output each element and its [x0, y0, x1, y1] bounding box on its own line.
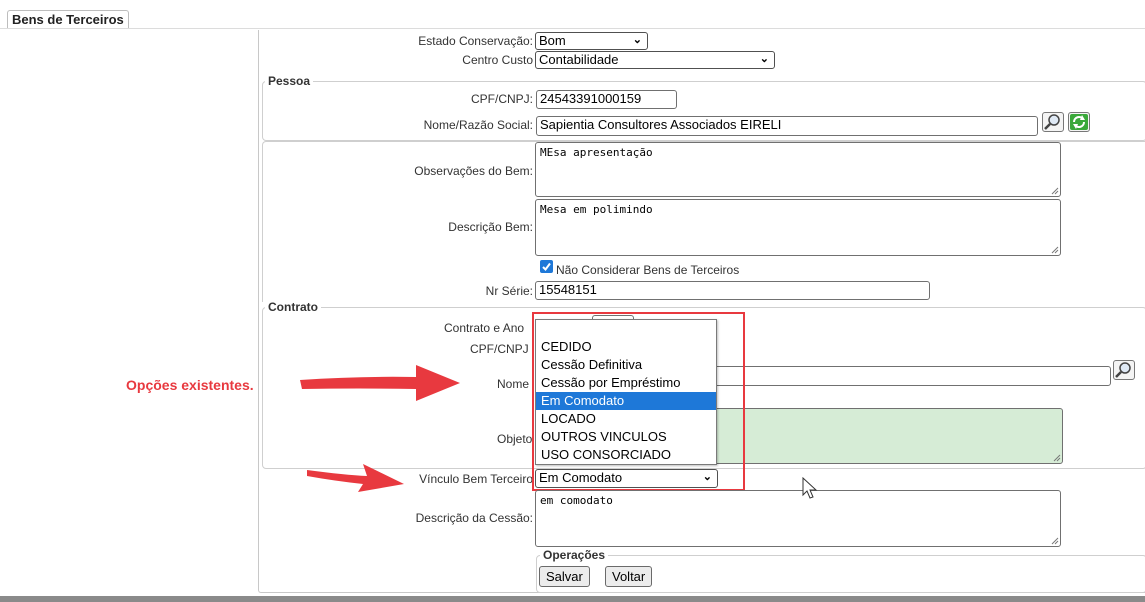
- resize-grip-icon[interactable]: [1051, 187, 1059, 195]
- estado-conservacao-select[interactable]: Bom ⌄: [535, 32, 648, 50]
- pessoa-nome-label: Nome/Razão Social:: [423, 118, 533, 132]
- descricao-bem-value: Mesa em polimindo: [540, 203, 653, 216]
- pessoa-nome-input[interactable]: Sapientia Consultores Associados EIRELI: [536, 116, 1038, 136]
- annotation-text: Opções existentes.: [126, 377, 254, 393]
- nr-serie-label: Nr Série:: [485, 284, 533, 298]
- tab-divider: [0, 28, 1145, 29]
- contrato-nome-input[interactable]: [700, 366, 1111, 386]
- tab-bens-de-terceiros[interactable]: Bens de Terceiros: [7, 10, 129, 29]
- descricao-cessao-textarea[interactable]: em comodato: [535, 490, 1061, 547]
- voltar-button[interactable]: Voltar: [605, 566, 653, 587]
- search-icon[interactable]: [1042, 112, 1064, 132]
- nr-serie-input[interactable]: 15548151: [535, 281, 930, 300]
- search-icon[interactable]: [1113, 360, 1135, 380]
- nao-considerar-checkbox[interactable]: [540, 260, 553, 273]
- contrato-ano-label: Contrato e Ano: [444, 321, 525, 335]
- estado-conservacao-value: Bom: [539, 33, 566, 48]
- contrato-legend: Contrato: [265, 300, 321, 314]
- annotation-highlight-box: [532, 312, 745, 491]
- contrato-objeto-label: Objeto: [497, 432, 533, 446]
- resize-grip-icon[interactable]: [1053, 454, 1061, 462]
- descricao-cessao-label: Descrição da Cessão:: [415, 511, 533, 525]
- resize-grip-icon[interactable]: [1051, 246, 1059, 254]
- contrato-nome-label: Nome: [497, 377, 530, 391]
- observacoes-value: MEsa apresentação: [540, 146, 653, 159]
- observacoes-textarea[interactable]: MEsa apresentação: [535, 142, 1061, 197]
- tab-bar: Bens de Terceiros: [0, 0, 1145, 30]
- observacoes-label: Observações do Bem:: [414, 164, 533, 178]
- pessoa-legend: Pessoa: [265, 74, 314, 88]
- annotation-arrow-icon: [300, 365, 460, 401]
- bottom-scrollbar[interactable]: [0, 596, 1145, 602]
- pessoa-cpf-input[interactable]: 24543391000159: [536, 90, 677, 109]
- operacoes-legend: Operações: [540, 548, 609, 562]
- estado-conservacao-label: Estado Conservação:: [418, 34, 533, 48]
- descricao-bem-label: Descrição Bem:: [448, 220, 533, 234]
- chevron-down-icon: ⌄: [632, 34, 642, 46]
- pessoa-cpf-label: CPF/CNPJ:: [470, 92, 533, 106]
- nao-considerar-label: Não Considerar Bens de Terceiros: [556, 263, 740, 277]
- contrato-objeto-textarea[interactable]: [700, 408, 1063, 464]
- refresh-icon[interactable]: [1068, 112, 1090, 132]
- contrato-cpf-label: CPF/CNPJ: [470, 342, 529, 356]
- chevron-down-icon: ⌄: [759, 53, 769, 65]
- centro-custo-select[interactable]: Contabilidade ⌄: [535, 51, 775, 69]
- annotation-arrow-icon: [307, 464, 404, 492]
- mouse-cursor-icon: [802, 477, 818, 499]
- centro-custo-value: Contabilidade: [539, 52, 619, 67]
- salvar-button[interactable]: Salvar: [539, 566, 590, 587]
- descricao-bem-textarea[interactable]: Mesa em polimindo: [535, 199, 1061, 256]
- resize-grip-icon[interactable]: [1051, 537, 1059, 545]
- centro-custo-label: Centro Custo: [462, 53, 533, 67]
- descricao-cessao-value: em comodato: [540, 494, 613, 507]
